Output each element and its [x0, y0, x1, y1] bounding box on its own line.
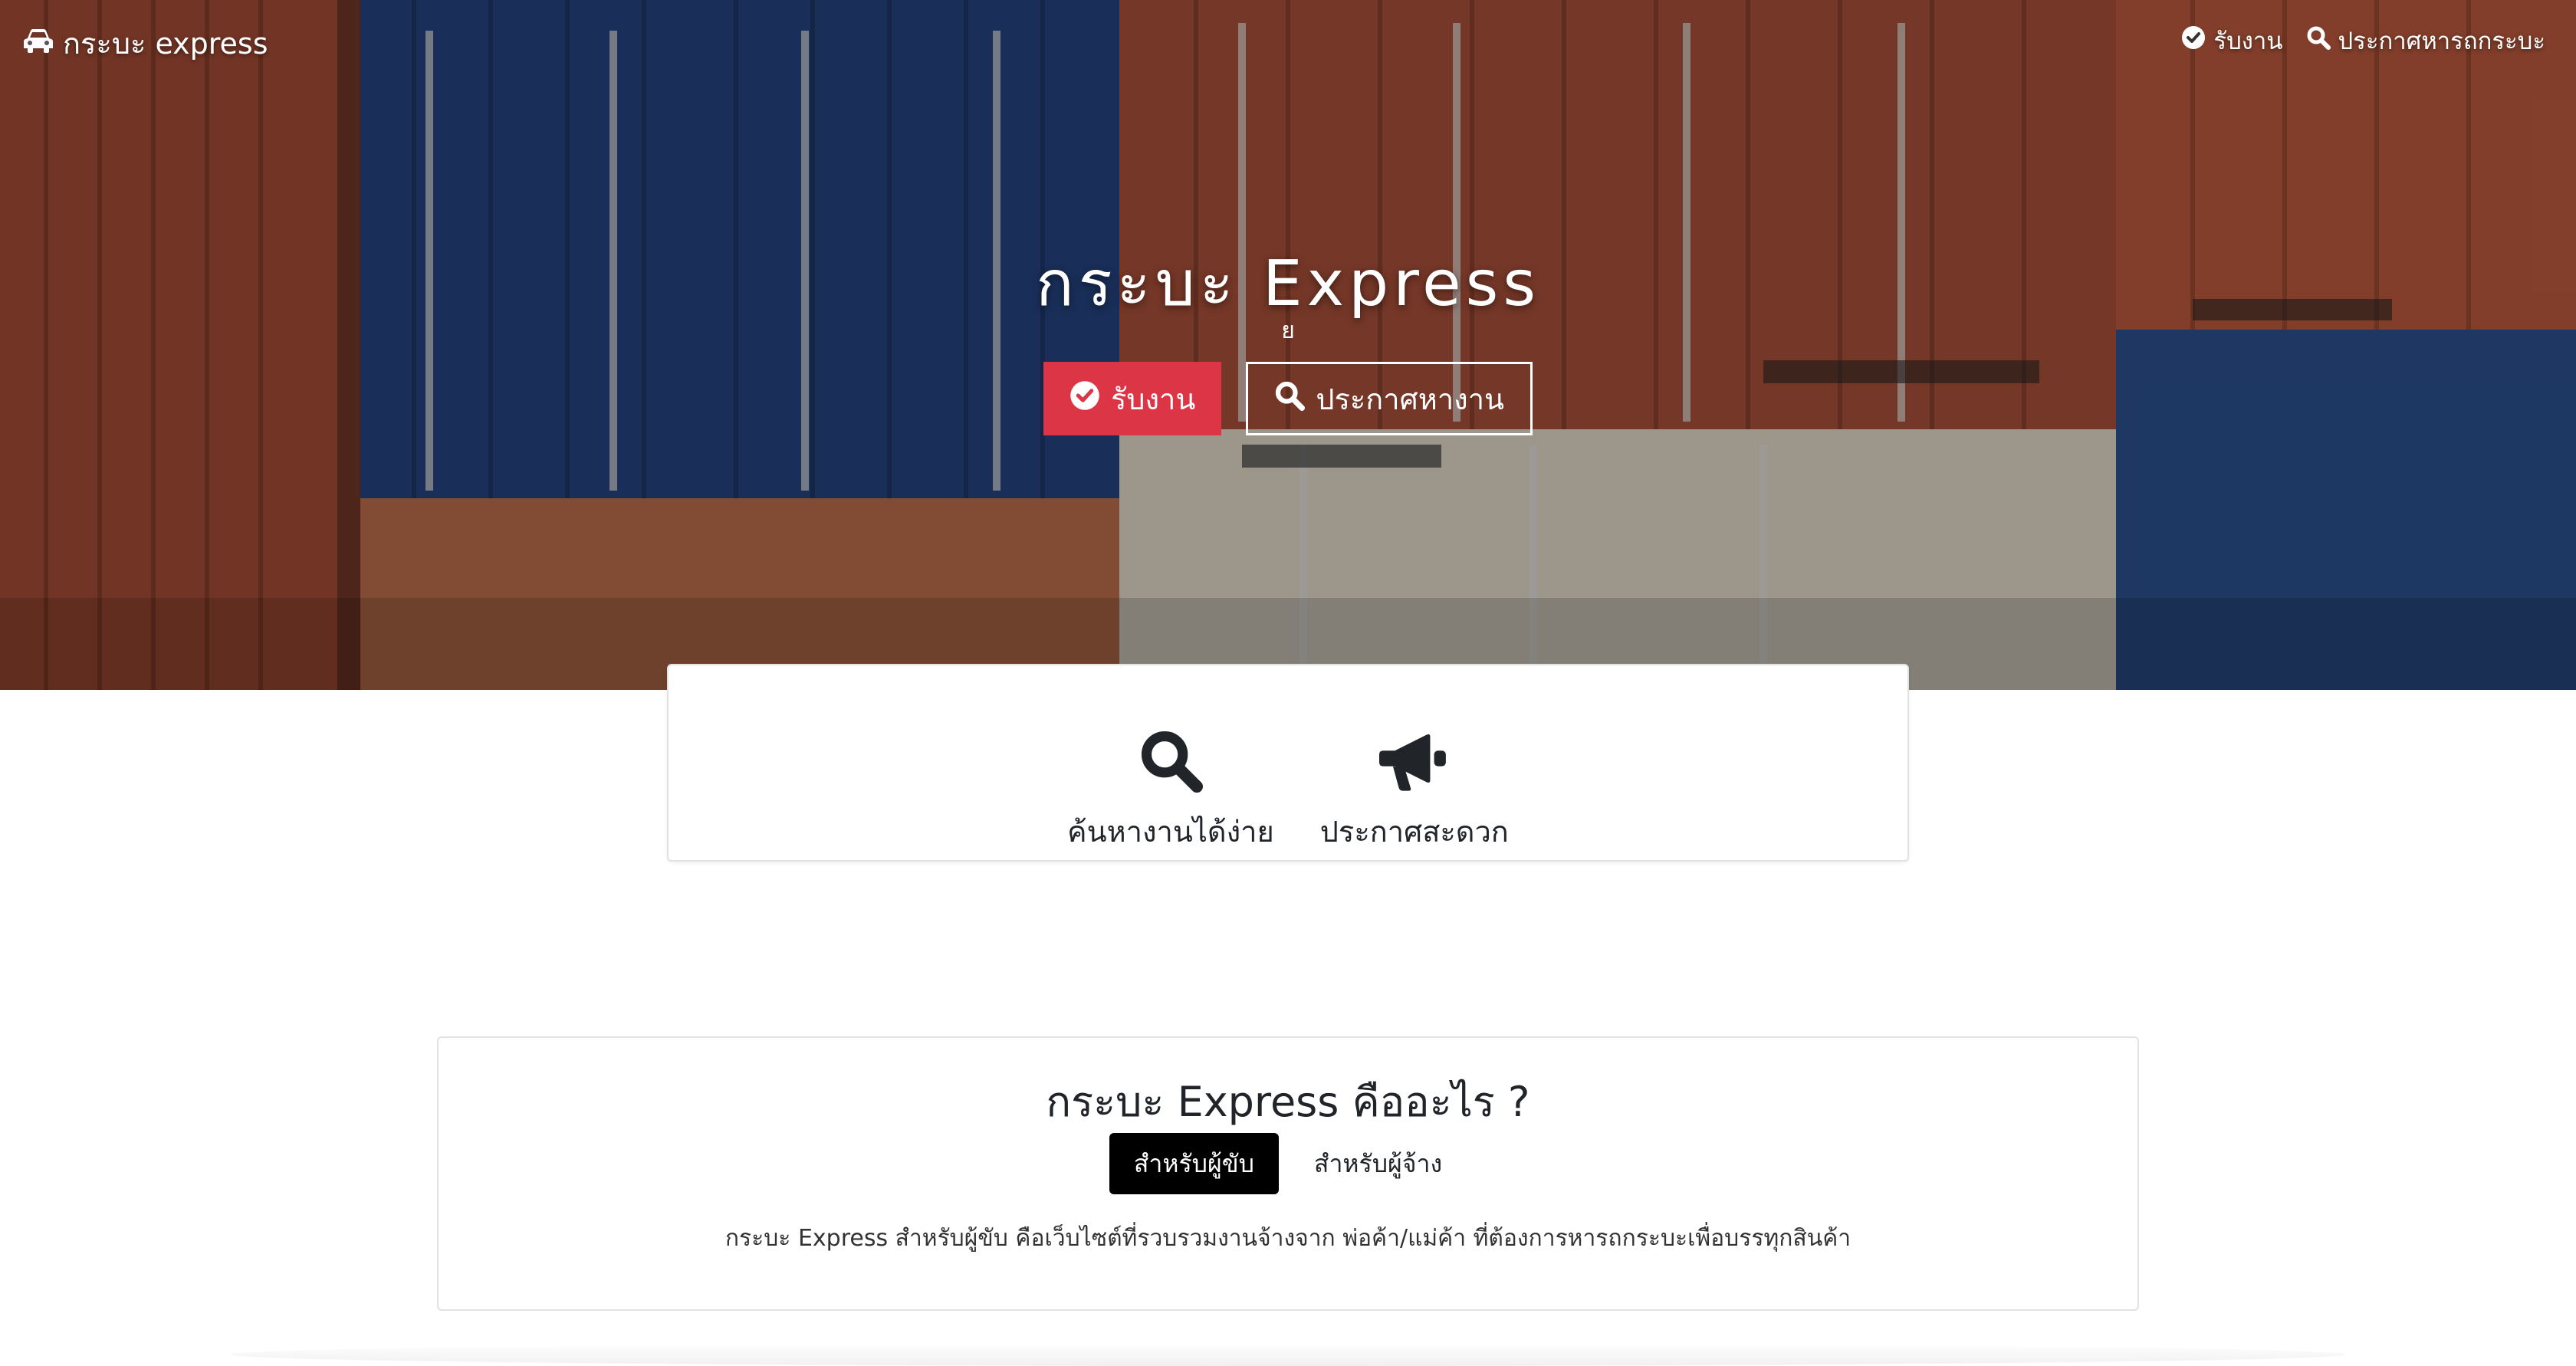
- feature-label: ประกาศสะดวก: [1319, 815, 1509, 849]
- post-job-label: ประกาศหางาน: [1316, 382, 1505, 416]
- feature-easy-post: ประกาศสะดวก: [1320, 665, 1509, 860]
- megaphone-icon: [1378, 728, 1450, 796]
- tab-for-employers[interactable]: สำหรับผู้จ้าง: [1290, 1133, 1467, 1194]
- check-circle-icon: [2181, 25, 2206, 56]
- search-icon: [1138, 728, 1203, 796]
- nav-link-accept-job[interactable]: รับงาน: [2181, 21, 2283, 60]
- about-description: กระบะ Express สำหรับผู้ขับ คือเว็บไซต์ที…: [724, 1225, 1852, 1252]
- feature-label: ค้นหางานได้ง่าย: [1067, 815, 1274, 849]
- brand-label: กระบะ express: [63, 27, 268, 61]
- search-icon: [1274, 380, 1306, 418]
- navbar: กระบะ express รับงาน ประกาศหารถกระบะ: [0, 0, 2576, 80]
- section-divider-shadow: [230, 1343, 2346, 1366]
- nav-link-find-truck[interactable]: ประกาศหารถกระบะ: [2306, 21, 2546, 60]
- feature-easy-search: ค้นหางานได้ง่าย: [1067, 665, 1274, 860]
- features-card: ค้นหางานได้ง่าย ประกาศสะดวก: [667, 664, 1909, 862]
- check-circle-icon: [1070, 380, 1100, 418]
- nav-links: รับงาน ประกาศหารถกระบะ: [2181, 21, 2545, 60]
- hero-buttons: รับงาน ประกาศหางาน: [0, 362, 2576, 435]
- about-title: กระบะ Express คืออะไร ?: [1046, 1078, 1530, 1126]
- about-tabs: สำหรับผู้ขับ สำหรับผู้จ้าง: [439, 1133, 2137, 1194]
- accept-job-button[interactable]: รับงาน: [1043, 362, 1222, 435]
- hero-subtitle: ย: [1281, 317, 1295, 344]
- brand-link[interactable]: กระบะ express: [23, 20, 268, 67]
- accept-job-label: รับงาน: [1110, 382, 1196, 416]
- search-icon: [2306, 25, 2331, 56]
- car-icon: [23, 27, 54, 61]
- post-job-button[interactable]: ประกาศหางาน: [1246, 362, 1533, 435]
- nav-link-label: รับงาน: [2213, 28, 2283, 55]
- about-card: กระบะ Express คืออะไร ? สำหรับผู้ขับ สำห…: [437, 1036, 2139, 1311]
- tab-for-drivers[interactable]: สำหรับผู้ขับ: [1109, 1133, 1279, 1194]
- nav-link-label: ประกาศหารถกระบะ: [2338, 28, 2546, 55]
